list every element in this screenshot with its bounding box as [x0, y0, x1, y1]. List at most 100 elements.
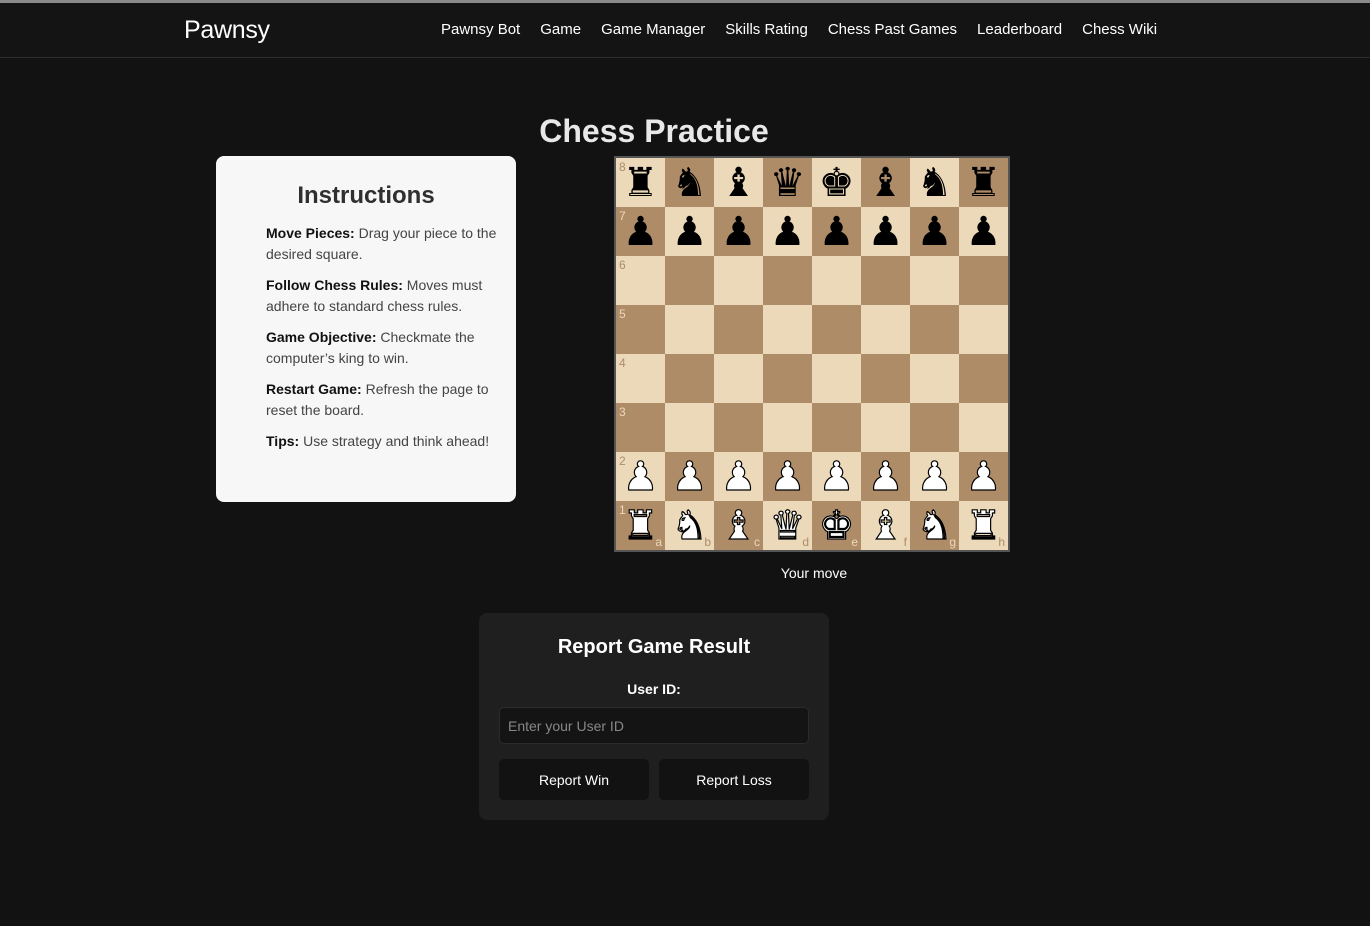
square-c2[interactable]: ♟ [714, 452, 763, 501]
user-id-input[interactable] [499, 707, 809, 744]
white-pawn-icon[interactable]: ♟ [616, 452, 665, 501]
white-pawn-icon[interactable]: ♟ [763, 452, 812, 501]
square-a4[interactable]: 4 [616, 354, 665, 403]
square-h3[interactable] [959, 403, 1008, 452]
square-a6[interactable]: 6 [616, 256, 665, 305]
square-h5[interactable] [959, 305, 1008, 354]
square-h6[interactable] [959, 256, 1008, 305]
square-f1[interactable]: f ♝ [861, 501, 910, 550]
square-g3[interactable] [910, 403, 959, 452]
square-d6[interactable] [763, 256, 812, 305]
nav-link-leaderboard[interactable]: Leaderboard [977, 21, 1062, 38]
black-pawn-icon[interactable]: ♟ [910, 207, 959, 256]
chess-board[interactable]: 8 ♜ ♞ ♝ ♛ ♚ ♝ ♞ ♜ 7 ♟ ♟ ♟ ♟ ♟ ♟ ♟ ♟ 6 5 4 3 2 ♟ ♟ ♟ ♟ ♟ ♟ ♟ ♟ 1 a ♜ b ♞ c ♝ d ♛… [614, 156, 1010, 552]
square-f2[interactable]: ♟ [861, 452, 910, 501]
black-rook-icon[interactable]: ♜ [616, 158, 665, 207]
nav-link-chess-past-games[interactable]: Chess Past Games [828, 21, 957, 38]
square-f5[interactable] [861, 305, 910, 354]
white-king-icon[interactable]: ♚ [812, 501, 861, 550]
report-loss-button[interactable]: Report Loss [659, 759, 809, 800]
square-b2[interactable]: ♟ [665, 452, 714, 501]
black-pawn-icon[interactable]: ♟ [763, 207, 812, 256]
square-g7[interactable]: ♟ [910, 207, 959, 256]
square-e2[interactable]: ♟ [812, 452, 861, 501]
square-f4[interactable] [861, 354, 910, 403]
square-g8[interactable]: ♞ [910, 158, 959, 207]
square-b8[interactable]: ♞ [665, 158, 714, 207]
square-b4[interactable] [665, 354, 714, 403]
black-pawn-icon[interactable]: ♟ [665, 207, 714, 256]
square-f8[interactable]: ♝ [861, 158, 910, 207]
square-d1[interactable]: d ♛ [763, 501, 812, 550]
nav-link-chess-wiki[interactable]: Chess Wiki [1082, 21, 1157, 38]
white-bishop-icon[interactable]: ♝ [714, 501, 763, 550]
white-pawn-icon[interactable]: ♟ [812, 452, 861, 501]
square-c3[interactable] [714, 403, 763, 452]
white-bishop-icon[interactable]: ♝ [861, 501, 910, 550]
white-pawn-icon[interactable]: ♟ [910, 452, 959, 501]
square-e4[interactable] [812, 354, 861, 403]
square-d7[interactable]: ♟ [763, 207, 812, 256]
square-h8[interactable]: ♜ [959, 158, 1008, 207]
square-c1[interactable]: c ♝ [714, 501, 763, 550]
square-a8[interactable]: 8 ♜ [616, 158, 665, 207]
black-king-icon[interactable]: ♚ [812, 158, 861, 207]
square-e1[interactable]: e ♚ [812, 501, 861, 550]
square-a2[interactable]: 2 ♟ [616, 452, 665, 501]
square-e5[interactable] [812, 305, 861, 354]
square-e8[interactable]: ♚ [812, 158, 861, 207]
square-a7[interactable]: 7 ♟ [616, 207, 665, 256]
black-pawn-icon[interactable]: ♟ [812, 207, 861, 256]
square-a5[interactable]: 5 [616, 305, 665, 354]
square-h2[interactable]: ♟ [959, 452, 1008, 501]
square-b6[interactable] [665, 256, 714, 305]
black-bishop-icon[interactable]: ♝ [714, 158, 763, 207]
square-f7[interactable]: ♟ [861, 207, 910, 256]
square-c6[interactable] [714, 256, 763, 305]
square-g2[interactable]: ♟ [910, 452, 959, 501]
square-d8[interactable]: ♛ [763, 158, 812, 207]
square-e7[interactable]: ♟ [812, 207, 861, 256]
square-g1[interactable]: g ♞ [910, 501, 959, 550]
square-f3[interactable] [861, 403, 910, 452]
brand-logo[interactable]: Pawnsy [184, 16, 270, 45]
square-b5[interactable] [665, 305, 714, 354]
white-rook-icon[interactable]: ♜ [616, 501, 665, 550]
square-h4[interactable] [959, 354, 1008, 403]
square-a3[interactable]: 3 [616, 403, 665, 452]
report-win-button[interactable]: Report Win [499, 759, 649, 800]
nav-link-game-manager[interactable]: Game Manager [601, 21, 705, 38]
white-knight-icon[interactable]: ♞ [665, 501, 714, 550]
black-pawn-icon[interactable]: ♟ [616, 207, 665, 256]
black-rook-icon[interactable]: ♜ [959, 158, 1008, 207]
white-queen-icon[interactable]: ♛ [763, 501, 812, 550]
black-knight-icon[interactable]: ♞ [665, 158, 714, 207]
black-pawn-icon[interactable]: ♟ [861, 207, 910, 256]
white-knight-icon[interactable]: ♞ [910, 501, 959, 550]
square-g6[interactable] [910, 256, 959, 305]
white-pawn-icon[interactable]: ♟ [714, 452, 763, 501]
square-c4[interactable] [714, 354, 763, 403]
black-queen-icon[interactable]: ♛ [763, 158, 812, 207]
nav-link-skills-rating[interactable]: Skills Rating [725, 21, 808, 38]
square-h1[interactable]: h ♜ [959, 501, 1008, 550]
square-d4[interactable] [763, 354, 812, 403]
square-e6[interactable] [812, 256, 861, 305]
square-b7[interactable]: ♟ [665, 207, 714, 256]
black-pawn-icon[interactable]: ♟ [959, 207, 1008, 256]
white-pawn-icon[interactable]: ♟ [959, 452, 1008, 501]
square-d5[interactable] [763, 305, 812, 354]
square-b1[interactable]: b ♞ [665, 501, 714, 550]
square-c5[interactable] [714, 305, 763, 354]
white-pawn-icon[interactable]: ♟ [665, 452, 714, 501]
square-h7[interactable]: ♟ [959, 207, 1008, 256]
white-rook-icon[interactable]: ♜ [959, 501, 1008, 550]
square-d2[interactable]: ♟ [763, 452, 812, 501]
square-b3[interactable] [665, 403, 714, 452]
black-pawn-icon[interactable]: ♟ [714, 207, 763, 256]
square-c7[interactable]: ♟ [714, 207, 763, 256]
square-a1[interactable]: 1 a ♜ [616, 501, 665, 550]
square-c8[interactable]: ♝ [714, 158, 763, 207]
square-g5[interactable] [910, 305, 959, 354]
nav-link-game[interactable]: Game [540, 21, 581, 38]
